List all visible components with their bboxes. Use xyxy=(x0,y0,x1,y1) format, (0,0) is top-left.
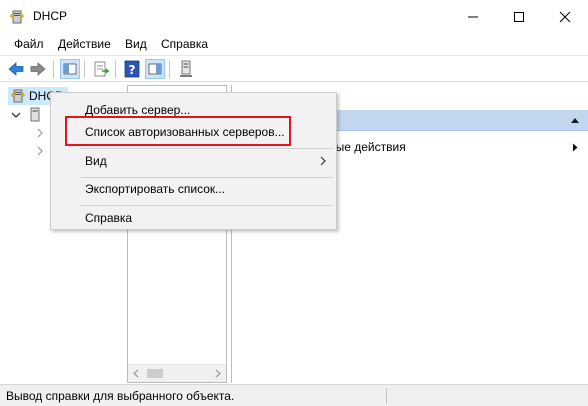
scroll-right-icon[interactable] xyxy=(214,369,222,378)
minimize-icon xyxy=(468,16,478,18)
horizontal-scrollbar[interactable] xyxy=(128,364,226,382)
dhcp-server-icon xyxy=(11,89,25,103)
menu-help[interactable]: Справка xyxy=(161,37,208,51)
menu-action[interactable]: Действие xyxy=(58,37,111,51)
chevron-right-icon[interactable] xyxy=(35,146,45,156)
server-icon xyxy=(30,107,40,122)
title-bar[interactable]: DHCP xyxy=(0,0,588,33)
scroll-left-icon[interactable] xyxy=(132,369,140,378)
server-icon[interactable] xyxy=(177,60,195,78)
help-icon[interactable]: ? xyxy=(123,60,141,78)
svg-text:?: ? xyxy=(129,63,136,77)
status-separator xyxy=(386,388,387,404)
show-hide-action-pane-icon[interactable] xyxy=(145,59,165,79)
toolbar-separator xyxy=(169,60,170,78)
dhcp-server-icon xyxy=(10,10,24,24)
chevron-down-icon[interactable] xyxy=(11,110,21,120)
maximize-button[interactable] xyxy=(496,0,542,33)
menu-item-export-list[interactable]: Экспортировать список... xyxy=(51,178,336,200)
menu-view[interactable]: Вид xyxy=(125,37,147,51)
status-bar: Вывод справки для выбранного объекта. xyxy=(0,384,588,406)
minimize-button[interactable] xyxy=(450,0,496,33)
close-icon xyxy=(559,11,571,23)
toolbar-separator xyxy=(115,60,116,78)
context-menu: Добавить сервер... Список авторизованных… xyxy=(50,92,337,230)
menu-file[interactable]: Файл xyxy=(14,37,44,51)
export-list-icon[interactable] xyxy=(92,60,110,78)
menu-item-label: Экспортировать список... xyxy=(85,182,226,196)
status-text: Вывод справки для выбранного объекта. xyxy=(6,389,235,403)
menu-item-label: Добавить сервер... xyxy=(85,103,191,117)
forward-arrow-icon[interactable] xyxy=(29,60,47,78)
menu-separator xyxy=(81,205,333,206)
menu-separator xyxy=(81,148,333,149)
menu-item-view[interactable]: Вид xyxy=(51,150,336,172)
window-title: DHCP xyxy=(33,9,68,23)
actions-submenu-label: ные действия xyxy=(329,140,406,154)
menu-bar: Файл Действие Вид Справка xyxy=(0,33,588,55)
show-hide-console-tree-icon[interactable] xyxy=(60,59,80,79)
scrollbar-thumb[interactable] xyxy=(147,369,163,378)
highlight-annotation xyxy=(65,116,291,146)
toolbar: ? xyxy=(0,55,588,82)
menu-item-help[interactable]: Справка xyxy=(51,207,336,229)
toolbar-separator xyxy=(84,60,85,78)
dhcp-window: DHCP Файл Действие Вид Справка ? DHCP ны… xyxy=(0,0,588,406)
menu-item-label: Справка xyxy=(85,211,133,225)
collapse-up-icon[interactable] xyxy=(570,117,580,124)
back-arrow-icon[interactable] xyxy=(7,60,25,78)
submenu-arrow-icon xyxy=(573,143,578,152)
close-button[interactable] xyxy=(542,0,588,33)
menu-item-label: Вид xyxy=(85,154,107,168)
maximize-icon xyxy=(514,12,524,22)
toolbar-separator xyxy=(53,60,54,78)
chevron-right-icon[interactable] xyxy=(35,128,45,138)
chevron-right-icon xyxy=(320,156,326,166)
